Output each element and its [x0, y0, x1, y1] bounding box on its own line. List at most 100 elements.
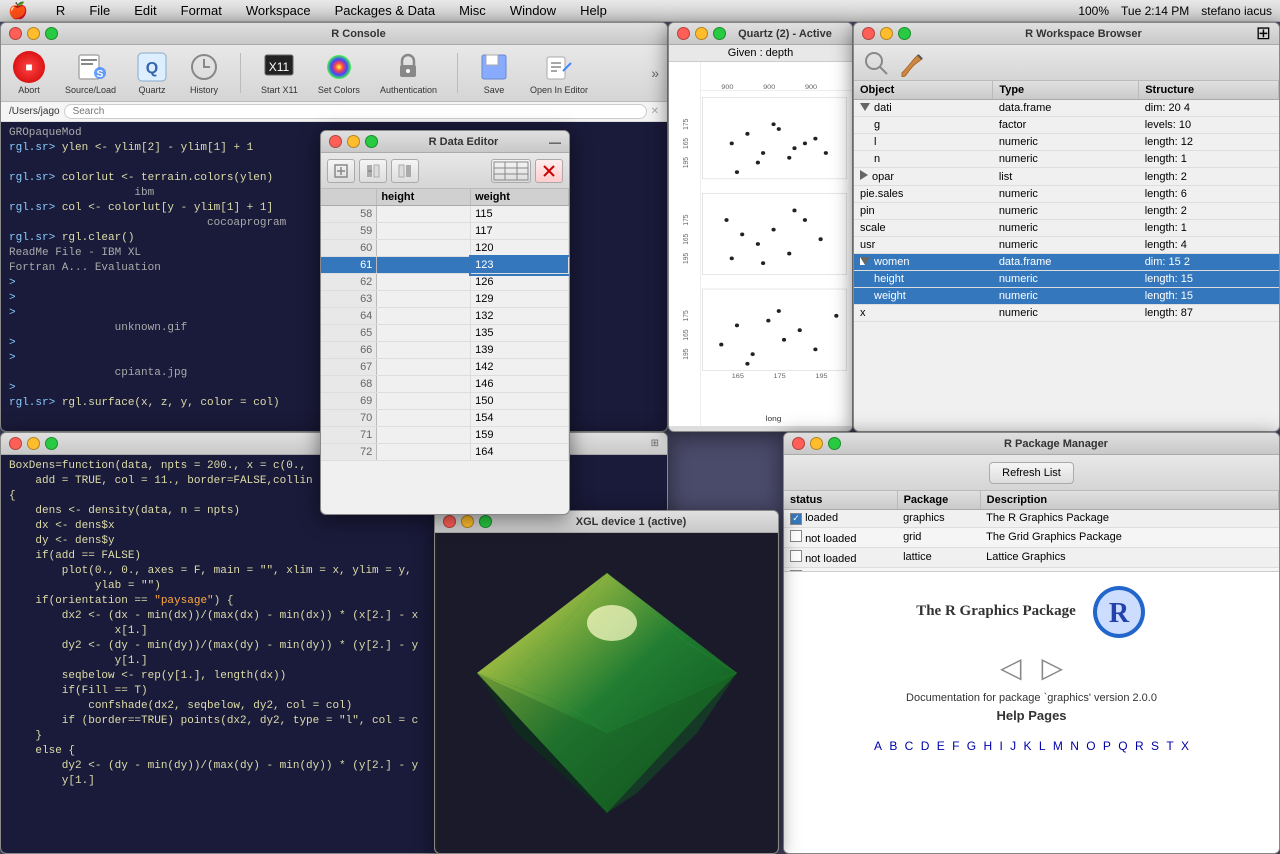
de-row-61[interactable]: 61 123: [321, 257, 569, 274]
pkg-nav-back-icon[interactable]: ◁: [1000, 651, 1022, 684]
workspace-max[interactable]: [898, 27, 911, 40]
pkg-link-d[interactable]: D: [921, 739, 930, 753]
pkg-name-lattice[interactable]: lattice: [897, 547, 980, 567]
de-cell-height-61[interactable]: [377, 257, 471, 274]
de-cell-height-59[interactable]: [377, 223, 471, 240]
de-cell-height-69[interactable]: [377, 393, 471, 410]
ws-row-x[interactable]: x numeric length: 87: [854, 305, 1279, 322]
maximize-button-bottom[interactable]: [45, 437, 58, 450]
history-button[interactable]: History: [184, 49, 224, 97]
de-cell-weight-68[interactable]: 146: [471, 376, 569, 393]
de-cell-height-64[interactable]: [377, 308, 471, 325]
close-button-bottom[interactable]: [9, 437, 22, 450]
de-max[interactable]: [365, 135, 378, 148]
workspace-close[interactable]: [862, 27, 875, 40]
de-row-66[interactable]: 66 139: [321, 342, 569, 359]
brush-icon[interactable]: [898, 49, 926, 77]
authentication-button[interactable]: Authentication: [376, 49, 441, 97]
de-cell-height-65[interactable]: [377, 325, 471, 342]
de-cell-weight-63[interactable]: 129: [471, 291, 569, 308]
search-clear-icon[interactable]: ✕: [651, 106, 659, 117]
quartz-max[interactable]: [713, 27, 726, 40]
de-row-64[interactable]: 64 132: [321, 308, 569, 325]
pkg-refresh-button[interactable]: Refresh List: [989, 462, 1074, 484]
de-table-icon[interactable]: [491, 159, 531, 183]
minimize-button-bottom[interactable]: [27, 437, 40, 450]
de-row-72[interactable]: 72 164: [321, 444, 569, 461]
pkg-link-o[interactable]: O: [1086, 739, 1095, 753]
pkg-link-f[interactable]: F: [952, 739, 959, 753]
de-cell-weight-70[interactable]: 154: [471, 410, 569, 427]
menu-misc[interactable]: Misc: [455, 3, 490, 18]
de-cell-weight-59[interactable]: 117: [471, 223, 569, 240]
workspace-table-container[interactable]: Object Type Structure dati data.frame di…: [854, 81, 1279, 431]
pkg-link-x[interactable]: X: [1181, 739, 1189, 753]
pkg-link-k[interactable]: K: [1023, 739, 1031, 753]
pkg-link-c[interactable]: C: [905, 739, 914, 753]
pkg-checkbox-grid[interactable]: [790, 530, 802, 542]
ws-row-pin[interactable]: pin numeric length: 2: [854, 203, 1279, 220]
de-cell-weight-65[interactable]: 135: [471, 325, 569, 342]
col-structure[interactable]: Structure: [1139, 81, 1279, 100]
pkg-col-package[interactable]: Package: [897, 491, 980, 510]
menu-workspace[interactable]: Workspace: [242, 3, 315, 18]
de-cell-height-67[interactable]: [377, 359, 471, 376]
ws-row-g[interactable]: g factor levels: 10: [854, 117, 1279, 134]
pkg-checkbox-lattice[interactable]: [790, 550, 802, 562]
maximize-button[interactable]: [45, 27, 58, 40]
pkg-link-i[interactable]: I: [999, 739, 1002, 753]
de-row-62[interactable]: 62 126: [321, 274, 569, 291]
pkg-link-a[interactable]: A: [874, 739, 882, 753]
de-row-58[interactable]: 58 115: [321, 206, 569, 223]
data-editor-content[interactable]: height weight 58 115 59 117 60: [321, 189, 569, 514]
menu-r[interactable]: R: [52, 3, 69, 18]
de-cell-weight-64[interactable]: 132: [471, 308, 569, 325]
pkg-link-l[interactable]: L: [1039, 739, 1046, 753]
pkg-min[interactable]: [810, 437, 823, 450]
ws-row-height[interactable]: height numeric length: 15: [854, 271, 1279, 288]
rgl-min[interactable]: [461, 515, 474, 528]
ws-row-scale[interactable]: scale numeric length: 1: [854, 220, 1279, 237]
minimize-button[interactable]: [27, 27, 40, 40]
pkg-row-grid[interactable]: not loaded grid The Grid Graphics Packag…: [784, 527, 1279, 547]
pkg-max[interactable]: [828, 437, 841, 450]
pkg-row-lattice[interactable]: not loaded lattice Lattice Graphics: [784, 547, 1279, 567]
de-collapse-icon[interactable]: —: [549, 135, 561, 149]
de-row-70[interactable]: 70 154: [321, 410, 569, 427]
quartz-min[interactable]: [695, 27, 708, 40]
open-in-editor-button[interactable]: Open In Editor: [526, 49, 592, 97]
de-cell-weight-69[interactable]: 150: [471, 393, 569, 410]
de-cell-weight-71[interactable]: 159: [471, 427, 569, 444]
de-row-60[interactable]: 60 120: [321, 240, 569, 257]
pkg-link-p[interactable]: P: [1103, 739, 1111, 753]
de-cell-height-60[interactable]: [377, 240, 471, 257]
menu-format[interactable]: Format: [177, 3, 226, 18]
de-row-69[interactable]: 69 150: [321, 393, 569, 410]
de-delete-button[interactable]: [535, 159, 563, 183]
pkg-link-b[interactable]: B: [889, 739, 897, 753]
de-row-68[interactable]: 68 146: [321, 376, 569, 393]
abort-button[interactable]: Abort: [9, 49, 49, 97]
menu-file[interactable]: File: [85, 3, 114, 18]
console-search-input[interactable]: [64, 104, 647, 119]
rgl-close[interactable]: [443, 515, 456, 528]
de-row-59[interactable]: 59 117: [321, 223, 569, 240]
close-button[interactable]: [9, 27, 22, 40]
de-cell-weight-62[interactable]: 126: [471, 274, 569, 291]
ws-row-usr[interactable]: usr numeric length: 4: [854, 237, 1279, 254]
pkg-nav-forward-icon[interactable]: ▷: [1042, 651, 1064, 684]
menu-window[interactable]: Window: [506, 3, 560, 18]
menu-packages[interactable]: Packages & Data: [331, 3, 439, 18]
de-min[interactable]: [347, 135, 360, 148]
de-col-weight[interactable]: weight: [471, 189, 569, 206]
resize-handle[interactable]: ⊞: [651, 438, 659, 449]
pkg-name-grid[interactable]: grid: [897, 527, 980, 547]
pkg-link-g[interactable]: G: [967, 739, 976, 753]
rgl-content[interactable]: [435, 533, 778, 853]
de-cell-height-72[interactable]: [377, 444, 471, 461]
pkg-col-status[interactable]: status: [784, 491, 897, 510]
de-add-row-button[interactable]: [327, 159, 355, 183]
de-col-left-button[interactable]: [359, 159, 387, 183]
ws-row-dati[interactable]: dati data.frame dim: 20 4: [854, 100, 1279, 117]
pkg-link-s[interactable]: S: [1151, 739, 1159, 753]
